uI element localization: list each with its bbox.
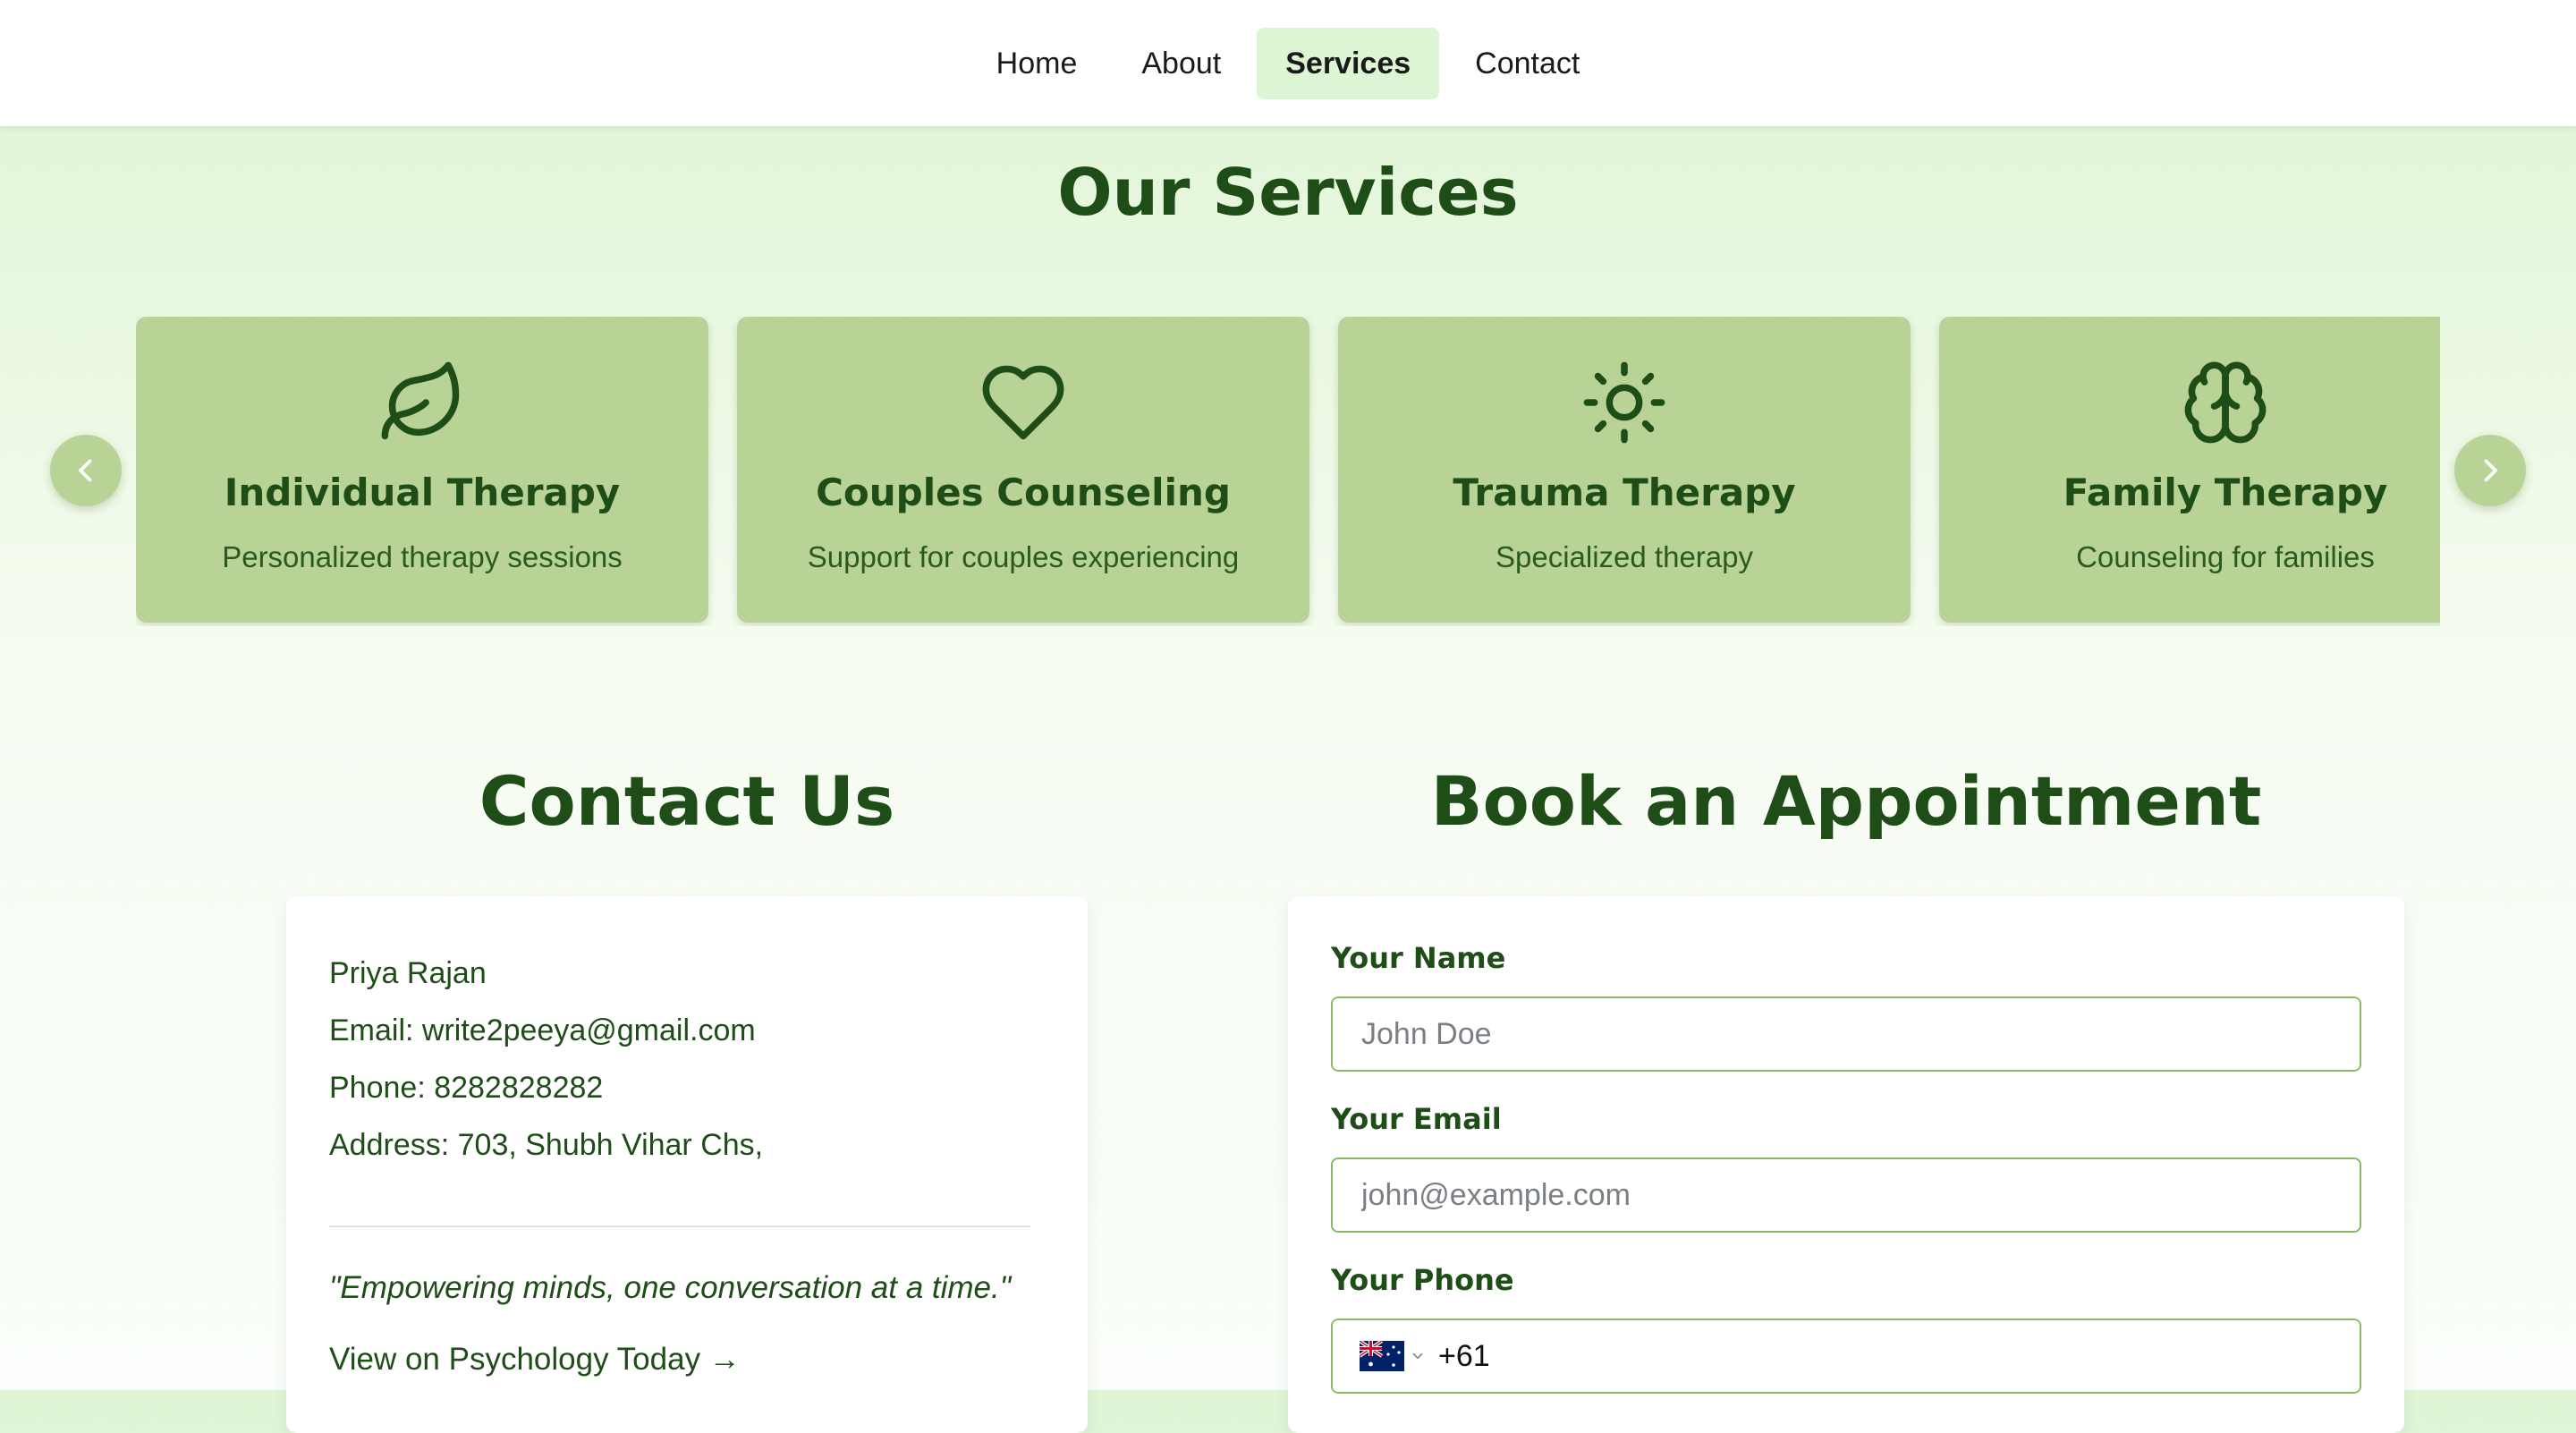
contact-phone: Phone: 8282828282 xyxy=(329,1071,604,1105)
chevron-left-icon xyxy=(79,459,92,482)
nav-list: Home About Services Contact xyxy=(968,27,1609,99)
service-card-description: Support for couples experiencing xyxy=(807,540,1240,573)
nav-home-link[interactable]: Home xyxy=(968,28,1106,99)
navbar: Home About Services Contact xyxy=(0,0,2576,126)
carousel-prev-button[interactable] xyxy=(50,435,122,506)
email-input[interactable] xyxy=(1331,1157,2361,1233)
nav-contact-link[interactable]: Contact xyxy=(1446,28,1608,99)
service-card-title: Family Therapy xyxy=(2063,471,2388,514)
australia-flag-icon[interactable] xyxy=(1360,1341,1404,1371)
service-card-individual[interactable]: Individual Therapy Personalized therapy … xyxy=(136,317,708,623)
service-card-description: Counseling for families xyxy=(2076,540,2375,573)
service-card-couples[interactable]: Couples Counseling Support for couples e… xyxy=(737,317,1309,623)
contact-email: Email: write2peeya@gmail.com xyxy=(329,1013,756,1047)
name-label: Your Name xyxy=(1331,941,1506,975)
service-card-description: Specialized therapy xyxy=(1495,540,1753,573)
leaf-icon xyxy=(377,358,467,447)
chevron-down-icon[interactable] xyxy=(1410,1348,1426,1364)
phone-country-code: +61 xyxy=(1438,1338,1490,1373)
sun-icon xyxy=(1580,358,1669,447)
service-card-description: Personalized therapy sessions xyxy=(222,540,623,573)
booking-title: Book an Appointment xyxy=(1430,761,2262,841)
phone-input[interactable]: +61 xyxy=(1331,1319,2361,1394)
divider xyxy=(329,1225,1030,1227)
contact-card: Priya Rajan Email: write2peeya@gmail.com… xyxy=(286,896,1088,1433)
service-card-title: Trauma Therapy xyxy=(1453,471,1796,514)
email-label: Your Email xyxy=(1331,1102,1502,1136)
heart-icon xyxy=(979,358,1068,447)
phone-label: Your Phone xyxy=(1331,1263,1514,1297)
contact-title: Contact Us xyxy=(479,761,895,841)
services-title: Our Services xyxy=(1057,155,1519,230)
contact-name: Priya Rajan xyxy=(329,956,487,990)
service-card-family[interactable]: Family Therapy Counseling for families xyxy=(1939,317,2440,623)
contact-address: Address: 703, Shubh Vihar Chs, xyxy=(329,1128,764,1162)
service-card-title: Individual Therapy xyxy=(224,471,621,514)
psychology-today-link[interactable]: View on Psychology Today → xyxy=(329,1342,741,1378)
service-card-title: Couples Counseling xyxy=(816,471,1231,514)
services-carousel: Individual Therapy Personalized therapy … xyxy=(136,317,2440,626)
booking-form: Your Name Your Email Your Phone +61 xyxy=(1288,896,2404,1433)
service-card-trauma[interactable]: Trauma Therapy Specialized therapy xyxy=(1338,317,1911,623)
contact-quote: "Empowering minds, one conversation at a… xyxy=(329,1270,1012,1305)
nav-about-link[interactable]: About xyxy=(1113,28,1250,99)
carousel-next-button[interactable] xyxy=(2454,435,2526,506)
brain-icon xyxy=(2181,358,2270,447)
nav-services-link[interactable]: Services xyxy=(1257,27,1440,99)
name-input[interactable] xyxy=(1331,996,2361,1072)
chevron-right-icon xyxy=(2484,459,2497,482)
